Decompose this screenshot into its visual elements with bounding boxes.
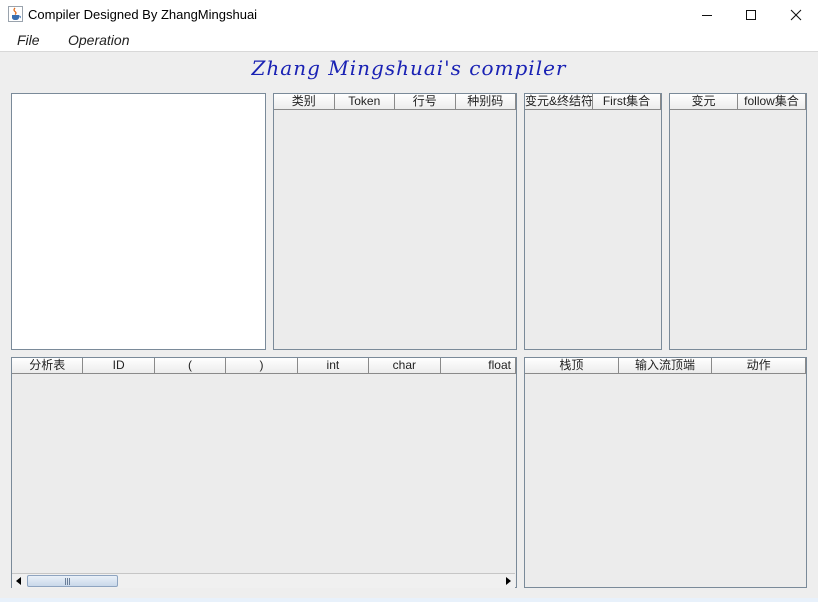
window-title: Compiler Designed By ZhangMingshuai [28,7,258,22]
parse-table[interactable]: 分析表 ID ( ) int char float [11,357,517,588]
column-header[interactable]: 分析表 [12,358,84,374]
column-header[interactable]: 类别 [274,94,335,110]
close-button[interactable] [773,0,818,29]
column-header[interactable]: 变元 [670,94,738,110]
column-header[interactable]: 栈顶 [525,358,619,374]
column-header[interactable]: char [369,358,441,374]
scroll-right-button[interactable] [501,574,515,588]
minimize-button[interactable] [684,0,730,29]
minimize-icon [702,14,712,16]
horizontal-scrollbar[interactable] [12,573,515,588]
analysis-stack-table[interactable]: 栈顶 输入流顶端 动作 [524,357,807,588]
scroll-thumb[interactable] [27,575,118,587]
first-set-table-header: 变元&终结符 First集合 [525,94,661,110]
parse-table-header: 分析表 ID ( ) int char float [12,358,516,374]
token-table[interactable]: 类别 Token 行号 种别码 [273,93,517,350]
column-header[interactable]: 行号 [395,94,456,110]
menu-operation[interactable]: Operation [68,32,129,48]
menu-file[interactable]: File [17,32,40,48]
column-header[interactable]: 输入流顶端 [618,358,713,374]
source-code-editor[interactable] [11,93,266,350]
analysis-stack-table-header: 栈顶 输入流顶端 动作 [525,358,807,374]
column-header[interactable]: ID [83,358,155,374]
column-header[interactable]: float [440,358,516,374]
close-icon [790,9,802,20]
token-table-header: 类别 Token 行号 种别码 [274,94,516,110]
arrow-left-icon [16,577,21,585]
first-set-table[interactable]: 变元&终结符 First集合 [524,93,662,350]
follow-set-table[interactable]: 变元 follow集合 [669,93,807,350]
column-header[interactable]: ) [226,358,298,374]
maximize-icon [746,9,756,20]
title-bar: Compiler Designed By ZhangMingshuai [0,0,818,29]
column-header[interactable]: First集合 [593,94,661,110]
scroll-thumb-grip-icon [65,578,70,585]
follow-set-table-header: 变元 follow集合 [670,94,806,110]
maximize-button[interactable] [728,0,774,29]
column-header[interactable]: 变元&终结符 [525,94,593,110]
window-bottom-edge [0,598,818,602]
column-header[interactable]: follow集合 [738,94,806,110]
column-header[interactable]: 种别码 [455,94,516,110]
java-icon [8,6,23,22]
scroll-left-button[interactable] [12,574,26,588]
column-header[interactable]: Token [334,94,395,110]
app-heading: Zhang Mingshuai's compiler [251,56,567,80]
column-header[interactable]: 动作 [712,358,807,374]
arrow-right-icon [506,577,511,585]
column-header[interactable]: int [297,358,370,374]
column-header[interactable]: ( [154,358,227,374]
